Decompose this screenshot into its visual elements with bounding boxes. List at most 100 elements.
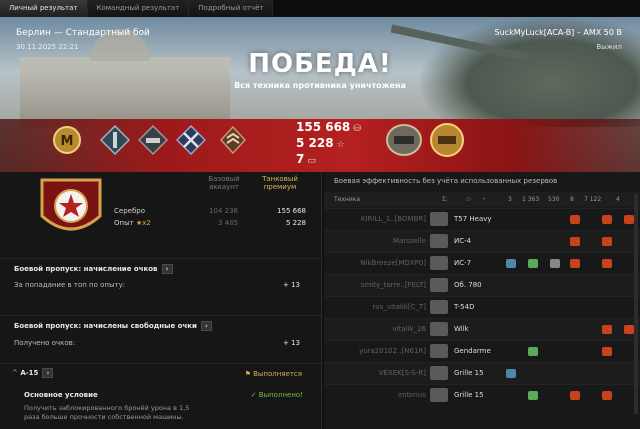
star-icon: ☆ [336, 140, 345, 150]
mission-status: ⚑ Выполняется [244, 370, 302, 378]
player-emblem-icon [40, 178, 102, 231]
bond-icon: ▭ [307, 156, 316, 166]
mission-condition-status: ✓ Выполнено! [250, 391, 303, 399]
gold-wreath-medal-icon[interactable] [428, 121, 466, 159]
total-col-3: 530 [548, 196, 560, 203]
table-row[interactable]: imbirius Grille 15 [324, 384, 640, 406]
exp-multiplier-badge: ★x2 [135, 219, 151, 227]
chevron-right-icon[interactable]: › [42, 368, 54, 378]
total-col-5: 7 122 [584, 196, 602, 203]
total-col-6: 4 [616, 196, 620, 203]
efficiency-title: Боевая эффективность без учёта использов… [334, 177, 558, 185]
tab-bar: Личный результат Командный результат Под… [0, 0, 640, 17]
vehicle-icon [430, 344, 448, 358]
vehicle-column-header: Техника [334, 196, 361, 203]
assist-icon [528, 347, 538, 356]
vehicle-icon [430, 256, 448, 270]
chevron-right-icon[interactable]: › [200, 321, 212, 331]
personal-results-panel: Базовый аккаунт Танковый премиум Серебро… [0, 172, 322, 429]
damage-icon [602, 391, 612, 400]
vehicle-icon [430, 366, 448, 380]
tab-detailed[interactable]: Подробный отчёт [189, 0, 274, 17]
result-subtitle: Вся техника противника уничтожена [234, 81, 406, 90]
credits-earned: 155 668 ⛁ [296, 120, 361, 134]
damage-icon [570, 237, 580, 246]
achievement-crossed-medal-icon[interactable] [176, 125, 206, 155]
chevron-right-icon[interactable]: › [161, 264, 173, 274]
damage-icon [570, 215, 580, 224]
total-col-4: 8 [570, 196, 574, 203]
damage-icon [602, 259, 612, 268]
table-row[interactable]: rus_vitalik[C_T] T-54D [324, 296, 640, 318]
battlepass-free-value: + 13 [283, 339, 300, 347]
mastery-letter: М [61, 134, 74, 149]
tab-personal[interactable]: Личный результат [0, 0, 88, 17]
assist-icon [528, 391, 538, 400]
mission-section: ^ А-15 › ⚑ Выполняется [0, 363, 322, 383]
damage-icon [624, 215, 634, 224]
damage-icon [602, 215, 612, 224]
battle-result-header: Берлин — Стандартный бой 30.11.2025 22:2… [0, 17, 640, 172]
vehicle-icon [430, 322, 448, 336]
silver-premium-value: 155 668 [277, 207, 306, 215]
vehicle-icon [430, 212, 448, 226]
bonds-earned: 7 ▭ [296, 152, 316, 166]
mastery-badge-icon[interactable]: М [52, 125, 82, 155]
vehicle-icon [430, 388, 448, 402]
achievement-tank-medal-icon[interactable] [138, 125, 168, 155]
exp-label: Опыт ★x2 [114, 219, 151, 227]
damage-icon [602, 347, 612, 356]
table-row[interactable]: VEXEK[S-S-R] Grille 15 [324, 362, 640, 384]
battlepass-points-value: + 13 [283, 281, 300, 289]
player-vehicle-label: SuckMyLuck[ACA-B] – AMX 50 B [494, 28, 622, 37]
mission-condition-desc: Получить заблокированного бронёй урона в… [24, 404, 190, 421]
battlepass-free-line: Получено очков: + 13 [14, 339, 300, 347]
premium-account-header: Танковый премиум [262, 175, 298, 191]
vehicle-icon [430, 300, 448, 314]
exp-base-value: 3 485 [217, 219, 238, 227]
table-row[interactable]: yura20102..[N61R] Gendarme [324, 340, 640, 362]
table-row[interactable]: Marsselle ИС-4 [324, 230, 640, 252]
efficiency-panel: Боевая эффективность без учёта использов… [324, 172, 640, 429]
battlepass-free-section: Боевой пропуск: начислены свободные очки… [0, 315, 322, 335]
spot-icon [506, 259, 516, 268]
damage-icon [570, 391, 580, 400]
exp-earned: 5 228 ☆ [296, 136, 345, 150]
damage-icon [570, 259, 580, 268]
mission-condition-title: Основное условие [24, 391, 98, 399]
silver-base-value: 104 236 [209, 207, 238, 215]
table-row[interactable]: vitalik_26 Wilk [324, 318, 640, 340]
achievement-rank-medal-icon[interactable] [218, 125, 248, 155]
table-row[interactable]: KIRILL_1..[BOMBR] T57 Heavy [324, 208, 640, 230]
map-mode-label: Берлин — Стандартный бой [16, 28, 150, 38]
battle-earnings-summary: 155 668 ⛁ 5 228 ☆ 7 ▭ [296, 120, 361, 168]
sum-column-header: Σ: [442, 196, 448, 203]
achievement-medal-icon[interactable] [100, 125, 130, 155]
table-row[interactable]: smity_torre..[FELT] Об. 780 [324, 274, 640, 296]
tab-team[interactable]: Командный результат [87, 0, 190, 17]
battlepass-points-title: Боевой пропуск: начисление очков [14, 265, 158, 273]
base-account-header: Базовый аккаунт [208, 175, 240, 191]
scrollbar[interactable] [634, 194, 638, 414]
chevron-up-icon: ^ [12, 369, 18, 377]
battlepass-points-section: Боевой пропуск: начисление очков › [0, 258, 322, 278]
mission-name: А-15 [20, 369, 39, 377]
exp-premium-value: 5 228 [285, 219, 306, 227]
damage-icon [602, 325, 612, 334]
block-icon [550, 259, 560, 268]
tank-wreath-medal-icon[interactable] [384, 121, 424, 159]
battlepass-points-line: За попадание в топ по опыту: + 13 [14, 281, 300, 289]
vehicle-icon [430, 278, 448, 292]
damage-icon [624, 325, 634, 334]
assist-icon [528, 259, 538, 268]
damage-icon [602, 237, 612, 246]
result-title: ПОБЕДА! [248, 49, 392, 79]
spot-icon [506, 369, 516, 378]
vehicle-icon [430, 234, 448, 248]
total-col-2: 1 363 [522, 196, 540, 203]
silver-label: Серебро [114, 207, 145, 215]
battlepass-free-title: Боевой пропуск: начислены свободные очки [14, 322, 197, 330]
efficiency-table-header: Техника Σ: ⊙ • 3 1 363 530 8 7 122 4 [324, 192, 640, 207]
table-row[interactable]: NikBreeze[MDXP0] ИС-7 [324, 252, 640, 274]
credits-icon: ⛁ [353, 124, 361, 134]
